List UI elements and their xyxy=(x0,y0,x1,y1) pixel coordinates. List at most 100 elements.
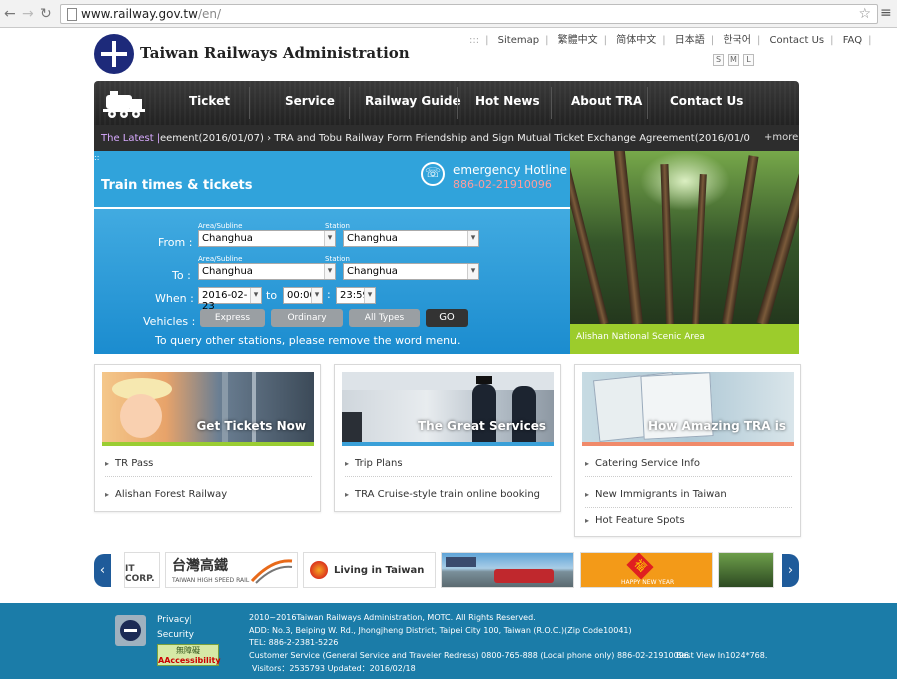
site-footer: Privacy | Security 無障礙 AAccessibility 20… xyxy=(0,603,897,679)
page-icon xyxy=(67,8,77,21)
date-select[interactable]: 2016-02-23 xyxy=(198,287,262,312)
card-image-staff[interactable]: The Great Services xyxy=(342,372,554,442)
to-area-label: Area/Subline xyxy=(198,255,243,263)
main-nav: Ticket Service Railway Guide Hot News Ab… xyxy=(94,81,799,125)
vehicle-ordinary-button[interactable]: Ordinary xyxy=(271,309,343,327)
back-icon[interactable]: ← xyxy=(4,6,16,22)
banner-hsr-title: 台灣高鐵 xyxy=(172,558,228,574)
card-image-child[interactable]: Get Tickets Now xyxy=(102,372,314,442)
time-to-label: to xyxy=(266,289,278,302)
feature-forest-image[interactable]: Alishan National Scenic Area xyxy=(570,151,799,354)
phone-icon: ☏ xyxy=(421,162,445,186)
bookmark-star-icon[interactable]: ☆ xyxy=(858,6,871,22)
browser-toolbar: ← → ↻ www.railway.gov.tw/en/ ☆ ≡ xyxy=(0,0,897,28)
nav-contact-us[interactable]: Contact Us xyxy=(670,94,743,108)
from-label: From : xyxy=(158,236,193,249)
reload-icon[interactable]: ↻ xyxy=(40,6,52,22)
address-bar[interactable]: www.railway.gov.tw/en/ ☆ xyxy=(60,4,878,24)
carousel-next-icon[interactable]: › xyxy=(782,554,799,587)
time-end-select[interactable]: 23:59 xyxy=(336,287,376,304)
accessibility-badge[interactable]: 無障礙 AAccessibility xyxy=(157,644,221,666)
time-separator: : xyxy=(327,288,331,301)
card-image-ticket[interactable]: How Amazing TRA is xyxy=(582,372,794,442)
footer-customer-service: Customer Service (General Service and Tr… xyxy=(249,651,689,660)
hsr-swoosh-icon xyxy=(250,559,293,584)
accessibility-badge-cn: 無障礙 xyxy=(176,646,200,655)
ticker-more-link[interactable]: +more xyxy=(764,132,798,143)
banner-hsr-subtitle: TAIWAN HIGH SPEED RAIL xyxy=(172,577,250,584)
drag-dots-icon: :: xyxy=(94,153,100,162)
banner-forest-photo[interactable] xyxy=(718,552,774,588)
banner-living-text: Living in Taiwan xyxy=(334,565,425,576)
card-link-tr-pass[interactable]: TR Pass xyxy=(105,458,312,477)
booking-note: To query other stations, please remove t… xyxy=(155,334,461,347)
ticker-message[interactable]: eement(2016/01/07) › TRA and Tobu Railwa… xyxy=(160,133,750,144)
tra-logo[interactable] xyxy=(94,34,134,74)
top-links: ::: | Sitemap | 繁體中文 | 简体中文 | 日本語 | 한국어 | Cont… xyxy=(469,35,872,46)
card-title-get-tickets: Get Tickets Now xyxy=(196,419,306,433)
from-station-label: Station xyxy=(325,222,350,230)
from-area-select[interactable]: Changhua xyxy=(198,230,336,247)
fortune-icon: 福 xyxy=(626,553,654,580)
nav-hot-news[interactable]: Hot News xyxy=(475,94,540,108)
banner-corp[interactable]: IT CORP. xyxy=(124,552,160,588)
link-faq[interactable]: FAQ xyxy=(843,35,862,46)
url-domain: www.railway.gov.tw xyxy=(81,7,198,21)
card-link-hot-feature-spots[interactable]: Hot Feature Spots xyxy=(585,515,792,533)
card-accent-bar xyxy=(342,442,554,446)
card-link-new-immigrants[interactable]: New Immigrants in Taiwan xyxy=(585,489,792,508)
to-area-select[interactable]: Changhua xyxy=(198,263,336,280)
vehicle-express-button[interactable]: Express xyxy=(200,309,265,327)
time-start-select[interactable]: 00:00 xyxy=(283,287,323,304)
nav-ticket[interactable]: Ticket xyxy=(189,94,230,108)
card-link-cruise-train-booking[interactable]: TRA Cruise-style train online booking xyxy=(345,489,552,507)
nav-railway-guide[interactable]: Railway Guide xyxy=(365,94,461,108)
url-path: /en/ xyxy=(197,7,222,21)
browser-menu-icon[interactable]: ≡ xyxy=(880,5,892,21)
vehicle-all-types-button[interactable]: All Types xyxy=(349,309,420,327)
to-station-select[interactable]: Changhua xyxy=(343,263,479,280)
ticker-label: The Latest | xyxy=(101,133,161,144)
to-label: To : xyxy=(172,269,191,282)
footer-tel: TEL: 886-2-2381-5226 xyxy=(249,638,339,647)
card-link-catering[interactable]: Catering Service Info xyxy=(585,458,792,477)
link-simplified-chinese[interactable]: 简体中文 xyxy=(616,35,656,46)
font-size-switcher: SML xyxy=(713,52,758,66)
from-area-label: Area/Subline xyxy=(198,222,243,230)
link-traditional-chinese[interactable]: 繁體中文 xyxy=(558,35,598,46)
font-size-medium[interactable]: M xyxy=(728,54,739,66)
brand-title: Taiwan Railways Administration xyxy=(140,44,410,62)
nav-service[interactable]: Service xyxy=(285,94,335,108)
when-label: When : xyxy=(155,292,194,305)
card-link-trip-plans[interactable]: Trip Plans xyxy=(345,458,552,477)
banner-living-in-taiwan[interactable]: Living in Taiwan xyxy=(303,552,436,588)
footer-security-link[interactable]: Security xyxy=(157,630,194,640)
font-size-large[interactable]: L xyxy=(743,54,754,66)
footer-address: ADD: No.3, Beiping W. Rd., Jhongjheng Di… xyxy=(249,626,632,635)
from-station-select[interactable]: Changhua xyxy=(343,230,479,247)
living-logo-icon xyxy=(310,561,328,579)
font-size-small[interactable]: S xyxy=(713,54,724,66)
link-japanese[interactable]: 日本語 xyxy=(675,35,705,46)
card-get-tickets: Get Tickets Now TR Pass Alishan Forest R… xyxy=(94,364,321,512)
footer-privacy-link[interactable]: Privacy xyxy=(157,615,190,625)
train-icon[interactable] xyxy=(102,89,146,119)
banner-new-year[interactable]: 福 HAPPY NEW YEAR xyxy=(580,552,713,588)
card-amazing-tra: How Amazing TRA is Catering Service Info… xyxy=(574,364,801,537)
url-text: www.railway.gov.tw/en/ xyxy=(81,7,221,21)
nav-about-tra[interactable]: About TRA xyxy=(571,94,642,108)
banner-train-photo[interactable] xyxy=(441,552,574,588)
footer-copyright: 2010~2016Taiwan Railways Administration,… xyxy=(249,613,536,622)
link-contact-us[interactable]: Contact Us xyxy=(770,35,825,46)
go-button[interactable]: GO xyxy=(426,309,468,327)
card-link-alishan-forest-railway[interactable]: Alishan Forest Railway xyxy=(105,489,312,507)
link-sitemap[interactable]: Sitemap xyxy=(498,35,539,46)
grid-dots-icon: ::: xyxy=(469,35,480,46)
booking-title: Train times & tickets xyxy=(101,178,253,193)
link-korean[interactable]: 한국어 xyxy=(723,35,751,46)
booking-panel: :: Train times & tickets ☏ emergency Hot… xyxy=(94,151,570,354)
banner-hsr[interactable]: 台灣高鐵 TAIWAN HIGH SPEED RAIL xyxy=(165,552,298,588)
footer-best-view: Best View In1024*768. xyxy=(676,651,768,660)
carousel-prev-icon[interactable]: ‹ xyxy=(94,554,111,587)
forward-icon[interactable]: → xyxy=(22,6,34,22)
